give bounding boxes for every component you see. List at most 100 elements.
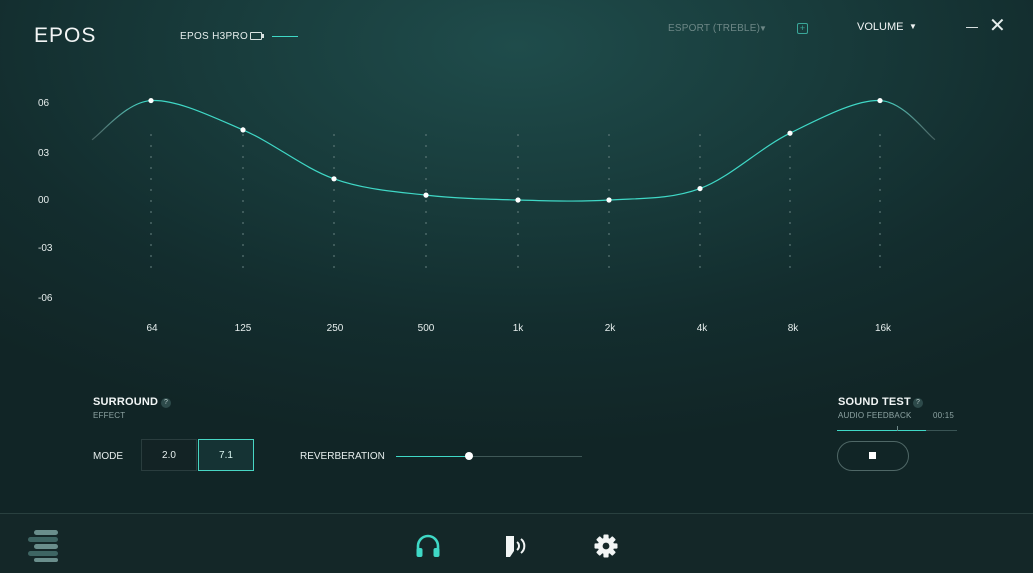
eq-grid-dot <box>879 145 881 147</box>
eq-grid-dot <box>425 189 427 191</box>
eq-grid-dot <box>333 134 335 136</box>
eq-grid-dot <box>150 134 152 136</box>
help-icon[interactable]: ? <box>161 398 171 408</box>
eq-grid-dot <box>242 211 244 213</box>
stop-icon[interactable] <box>869 452 876 459</box>
eq-grid-dot <box>517 156 519 158</box>
eq-band-handle-500[interactable] <box>423 192 429 198</box>
eq-grid-dot <box>789 266 791 268</box>
eq-grid-dot <box>150 222 152 224</box>
eq-grid-dot <box>150 244 152 246</box>
eq-grid-dot <box>242 178 244 180</box>
eq-grid-dot <box>789 167 791 169</box>
eq-band-handle-64[interactable] <box>148 97 154 104</box>
eq-grid-dot <box>699 156 701 158</box>
eq-grid-dot <box>789 233 791 235</box>
eq-grid-dot <box>150 255 152 257</box>
eq-grid-dot <box>608 189 610 191</box>
sound-test-time: 00:15 <box>933 411 955 420</box>
eq-grid-dot <box>425 178 427 180</box>
eq-grid-dot <box>517 145 519 147</box>
eq-grid-dot <box>699 145 701 147</box>
eq-band-handle-125[interactable] <box>240 127 246 133</box>
eq-grid-dot <box>517 244 519 246</box>
eq-grid-dot <box>242 244 244 246</box>
eq-grid-dot <box>699 222 701 224</box>
surround-subtitle: EFFECT <box>93 411 126 420</box>
eq-grid-dot <box>879 200 881 202</box>
eq-grid-dot <box>789 200 791 202</box>
eq-grid-dot <box>242 233 244 235</box>
eq-grid-dot <box>879 244 881 246</box>
eq-grid-dot <box>879 266 881 268</box>
eq-grid-dot <box>150 156 152 158</box>
reverberation-slider-handle[interactable] <box>464 452 473 460</box>
headphones-icon[interactable] <box>414 533 442 559</box>
eq-grid-dot <box>517 134 519 136</box>
mode-label: MODE <box>93 451 123 462</box>
eq-grid-dot <box>425 134 427 136</box>
eq-band-handle-4k[interactable] <box>697 185 703 192</box>
eq-grid-dot <box>789 178 791 180</box>
eq-grid-dot <box>608 167 610 169</box>
footer-divider <box>0 513 1033 514</box>
eq-grid-dot <box>879 189 881 191</box>
eq-grid-dot <box>333 211 335 213</box>
eq-grid-dot <box>333 200 335 202</box>
mode-surround-button[interactable]: 7.1 <box>198 439 254 471</box>
menu-icon[interactable] <box>26 528 62 564</box>
sound-test-progress-marker <box>897 426 898 431</box>
eq-curve <box>91 99 936 202</box>
eq-grid-dot <box>699 134 701 136</box>
help-icon[interactable]: ? <box>913 398 923 408</box>
eq-band-handle-8k[interactable] <box>787 130 793 136</box>
eq-grid-dot <box>789 145 791 147</box>
eq-grid-dot <box>425 145 427 147</box>
equalizer-graph[interactable] <box>0 0 1033 320</box>
audio-feedback-label: AUDIO FEEDBACK <box>838 411 912 420</box>
microphone-icon[interactable] <box>503 533 531 559</box>
eq-grid-dot <box>789 189 791 191</box>
eq-grid-dot <box>699 244 701 246</box>
eq-grid-dot <box>425 222 427 224</box>
eq-grid-dot <box>425 266 427 268</box>
eq-grid-dot <box>608 156 610 158</box>
eq-grid-dot <box>333 156 335 158</box>
eq-grid-dot <box>608 222 610 224</box>
eq-band-label: 16k <box>874 323 892 334</box>
eq-grid-dot <box>150 266 152 268</box>
eq-grid-dot <box>879 167 881 169</box>
eq-grid-dot <box>517 178 519 180</box>
eq-grid-dot <box>333 233 335 235</box>
eq-band-label: 64 <box>146 323 158 334</box>
eq-grid-dot <box>608 233 610 235</box>
eq-band-handle-1k[interactable] <box>515 197 521 203</box>
eq-grid-dot <box>789 211 791 213</box>
eq-band-label: 1k <box>512 323 524 334</box>
eq-band-label: 8k <box>787 323 799 334</box>
eq-band-handle-250[interactable] <box>331 176 337 182</box>
eq-grid-dot <box>242 200 244 202</box>
settings-icon[interactable] <box>593 533 619 559</box>
sound-test-progress-fill <box>837 430 926 431</box>
eq-grid-dot <box>150 145 152 147</box>
eq-grid-dot <box>699 211 701 213</box>
eq-grid-dot <box>242 134 244 136</box>
eq-grid-dot <box>879 156 881 158</box>
eq-grid-dot <box>425 167 427 169</box>
eq-grid-dot <box>242 266 244 268</box>
eq-grid-dot <box>242 156 244 158</box>
eq-grid-dot <box>150 189 152 191</box>
eq-band-handle-16k[interactable] <box>877 97 883 104</box>
eq-grid-dot <box>517 189 519 191</box>
eq-grid-dot <box>242 189 244 191</box>
eq-band-handle-2k[interactable] <box>606 197 612 203</box>
mode-stereo-button[interactable]: 2.0 <box>141 439 197 471</box>
eq-grid-dot <box>517 211 519 213</box>
eq-grid-dot <box>517 167 519 169</box>
eq-band-label: 250 <box>326 323 344 334</box>
eq-grid-dot <box>879 134 881 136</box>
eq-grid-dot <box>242 145 244 147</box>
eq-grid-dot <box>150 211 152 213</box>
eq-grid-dot <box>608 145 610 147</box>
